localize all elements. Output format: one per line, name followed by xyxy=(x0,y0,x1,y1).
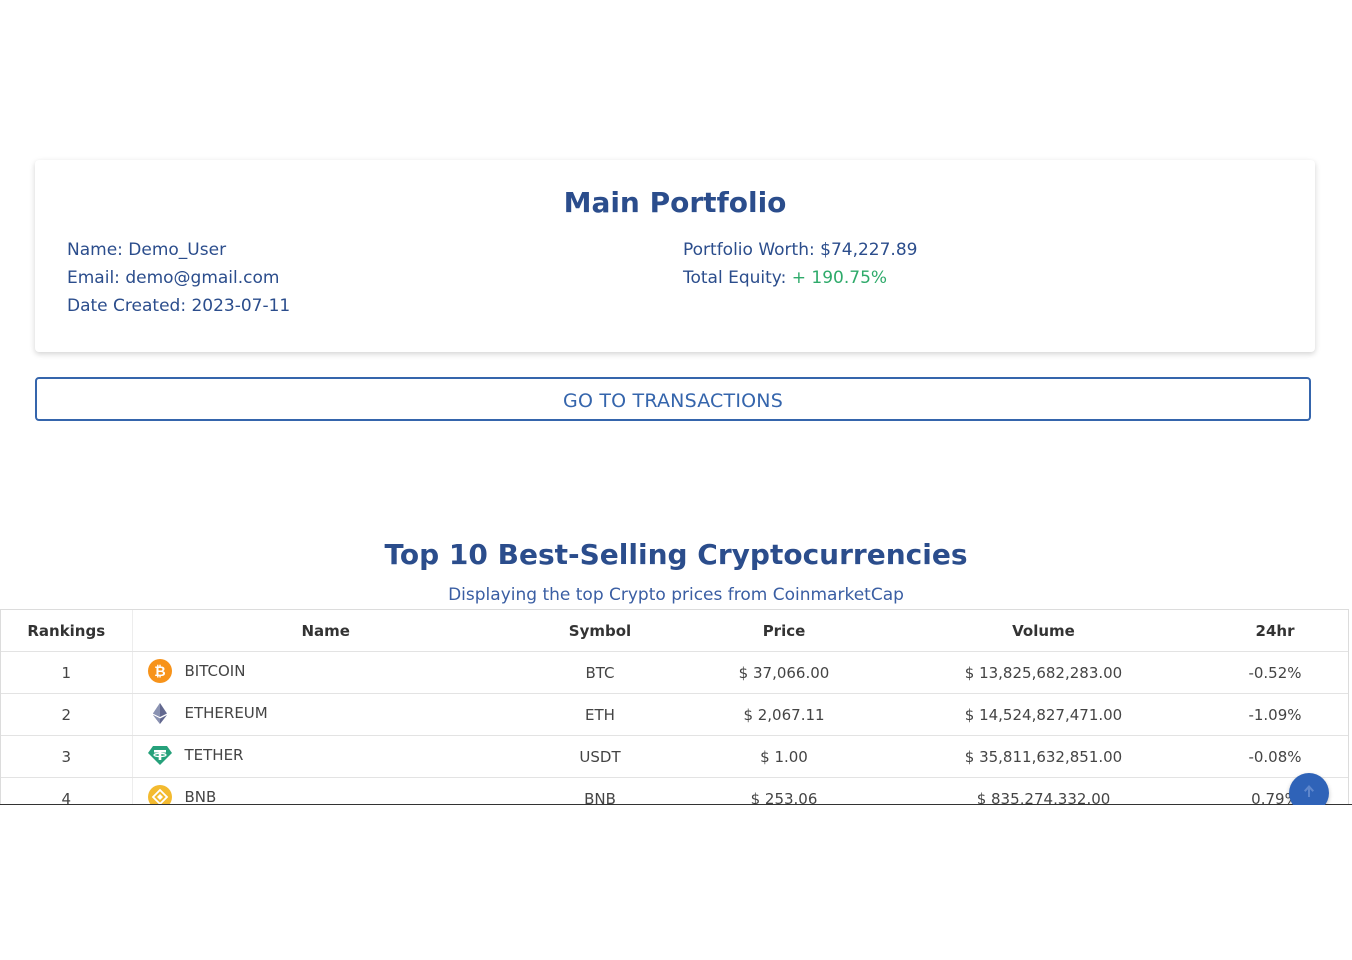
symbol-cell: BNB xyxy=(519,777,681,805)
coin-name: TETHER xyxy=(184,745,244,764)
volume-cell: $ 35,811,632,851.00 xyxy=(887,735,1200,778)
table-header-row: Rankings Name Symbol Price Volume 24hr xyxy=(1,610,1348,652)
coin-name: ETHEREUM xyxy=(184,703,268,722)
arrow-up-icon xyxy=(1301,783,1317,803)
go-to-transactions-button[interactable]: GO TO TRANSACTIONS xyxy=(35,377,1311,421)
coin-name: BITCOIN xyxy=(184,661,246,680)
price-cell: $ 1.00 xyxy=(681,735,887,778)
volume-cell: $ 13,825,682,283.00 xyxy=(887,651,1200,694)
email-value: demo@gmail.com xyxy=(125,268,280,288)
price-cell: $ 37,066.00 xyxy=(681,651,887,694)
date-value: 2023-07-11 xyxy=(191,296,291,316)
rank-cell: 2 xyxy=(1,693,133,736)
portfolio-card: Main Portfolio Name: Demo_User Email: de… xyxy=(35,160,1315,352)
header-name[interactable]: Name xyxy=(132,610,519,652)
email-label: Email: xyxy=(67,268,120,288)
header-symbol[interactable]: Symbol xyxy=(519,610,681,652)
name-cell: BNB xyxy=(132,777,519,806)
ethereum-icon xyxy=(147,700,173,726)
name-cell: TETHER xyxy=(132,735,519,778)
name-cell: ETHEREUM xyxy=(132,693,519,736)
table-row[interactable]: 2 ETHEREUM ETH $ 2,067.11 $ 14,524,827,4… xyxy=(1,693,1348,736)
header-volume[interactable]: Volume xyxy=(887,610,1200,652)
volume-cell: $ 14,524,827,471.00 xyxy=(887,693,1200,736)
portfolio-title: Main Portfolio xyxy=(563,186,787,219)
change-cell: -0.52% xyxy=(1200,651,1348,694)
table-row[interactable]: 3 TETHER USDT $ 1.00 $ 35,811,632,851.00… xyxy=(1,735,1348,778)
crypto-table-container[interactable]: Rankings Name Symbol Price Volume 24hr 1 xyxy=(0,609,1349,805)
symbol-cell: BTC xyxy=(519,651,681,694)
name-value: Demo_User xyxy=(128,240,227,260)
bitcoin-icon: ₿ xyxy=(147,658,173,684)
name-label: Name: xyxy=(67,240,123,260)
portfolio-name: Name: Demo_User xyxy=(67,240,226,260)
header-price[interactable]: Price xyxy=(681,610,887,652)
portfolio-email: Email: demo@gmail.com xyxy=(67,268,279,288)
crypto-table: Rankings Name Symbol Price Volume 24hr 1 xyxy=(1,610,1348,806)
portfolio-date-created: Date Created: 2023-07-11 xyxy=(67,296,290,316)
header-24hr[interactable]: 24hr xyxy=(1200,610,1348,652)
svg-text:₿: ₿ xyxy=(154,664,165,680)
price-cell: $ 253.06 xyxy=(681,777,887,805)
viewport-clip xyxy=(1280,805,1352,825)
equity-label: Total Equity: xyxy=(683,268,787,288)
worth-value: $74,227.89 xyxy=(820,240,918,260)
volume-cell: $ 835,274,332.00 xyxy=(887,777,1200,805)
portfolio-equity: Total Equity: + 190.75% xyxy=(683,268,887,288)
worth-label: Portfolio Worth: xyxy=(683,240,815,260)
bnb-icon xyxy=(147,784,173,805)
name-cell: ₿ BITCOIN xyxy=(132,651,519,694)
symbol-cell: USDT xyxy=(519,735,681,778)
equity-value: + 190.75% xyxy=(791,268,888,288)
coin-name: BNB xyxy=(184,787,217,806)
table-bottom-divider xyxy=(0,804,1352,805)
price-cell: $ 2,067.11 xyxy=(681,693,887,736)
table-row[interactable]: 4 BNB BNB $ 253.06 $ 835,274,332.00 0.79… xyxy=(1,777,1348,806)
date-label: Date Created: xyxy=(67,296,187,316)
rank-cell: 3 xyxy=(1,735,133,778)
symbol-cell: ETH xyxy=(519,693,681,736)
table-row[interactable]: 1 ₿ BITCOIN BTC $ 37,066.00 $ 13,825,682… xyxy=(1,651,1348,694)
change-cell: -0.08% xyxy=(1200,735,1348,778)
rank-cell: 1 xyxy=(1,651,133,694)
tether-icon xyxy=(147,742,173,768)
rank-cell: 4 xyxy=(1,777,133,805)
crypto-section-title: Top 10 Best-Selling Cryptocurrencies xyxy=(384,538,968,571)
change-cell: -1.09% xyxy=(1200,693,1348,736)
crypto-section-subtitle: Displaying the top Crypto prices from Co… xyxy=(448,585,904,605)
portfolio-worth: Portfolio Worth: $74,227.89 xyxy=(683,240,917,260)
header-rankings[interactable]: Rankings xyxy=(1,610,133,652)
page: Main Portfolio Name: Demo_User Email: de… xyxy=(0,0,1352,960)
